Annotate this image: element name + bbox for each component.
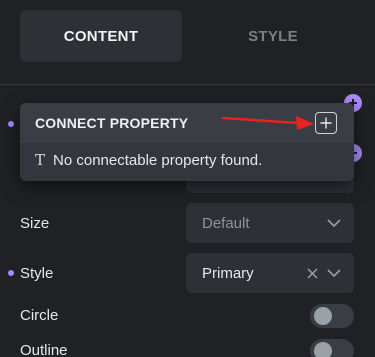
toggle-knob xyxy=(314,307,332,325)
dynamic-indicator-dot xyxy=(8,270,14,276)
chevron-down-icon xyxy=(322,269,346,277)
settings-panel: CONTENT STYLE Size Default Style Primary… xyxy=(0,0,375,357)
empty-message: No connectable property found. xyxy=(53,151,263,169)
annotation-arrow-icon xyxy=(221,116,314,130)
circle-toggle[interactable] xyxy=(310,304,354,328)
tabs-divider xyxy=(0,84,375,85)
size-select[interactable]: Default xyxy=(186,203,354,243)
size-select-value: Default xyxy=(202,214,250,232)
dynamic-indicator-dot xyxy=(8,121,14,127)
toggle-knob xyxy=(314,342,332,357)
style-label: Style xyxy=(20,265,54,282)
circle-label: Circle xyxy=(20,307,59,324)
chevron-down-icon xyxy=(322,219,346,227)
tab-content[interactable]: CONTENT xyxy=(20,10,182,62)
clear-icon[interactable] xyxy=(304,267,320,279)
tab-style[interactable]: STYLE xyxy=(192,10,354,62)
add-property-button[interactable] xyxy=(315,112,337,134)
size-label: Size xyxy=(20,215,50,232)
outline-toggle[interactable] xyxy=(310,339,354,357)
empty-state: T No connectable property found. xyxy=(35,151,262,169)
style-select[interactable]: Primary xyxy=(186,253,354,293)
plus-icon xyxy=(320,117,332,129)
text-type-icon: T xyxy=(35,151,46,169)
outline-label: Outline xyxy=(20,342,68,357)
style-select-value: Primary xyxy=(202,264,254,282)
popover-title: CONNECT PROPERTY xyxy=(35,115,189,131)
